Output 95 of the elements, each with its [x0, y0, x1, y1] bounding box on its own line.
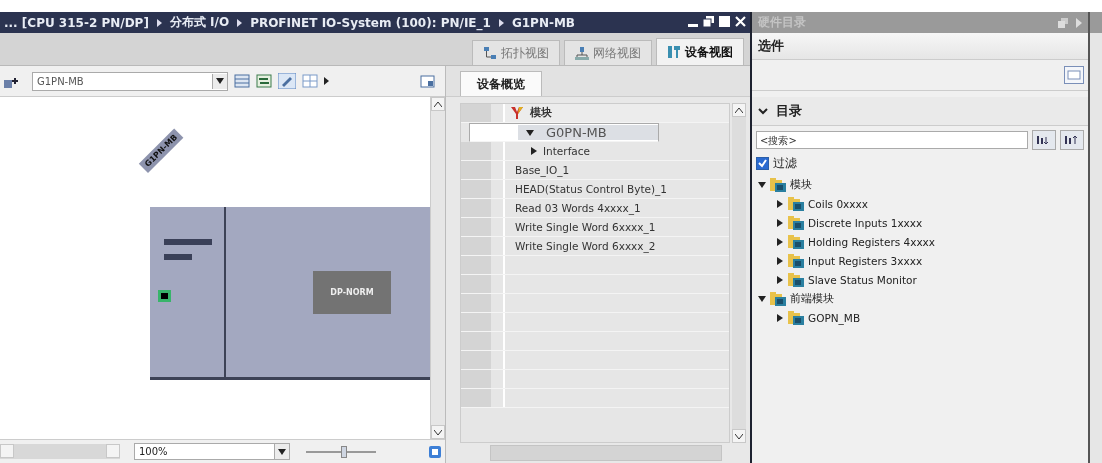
- breadcrumb-arrow-icon: [237, 18, 243, 27]
- overview-tab[interactable]: 设备概览: [460, 71, 542, 96]
- view-tab[interactable]: 网络视图: [564, 40, 652, 65]
- row-header-cell[interactable]: [461, 142, 491, 160]
- breadcrumb-item[interactable]: G1PN-MB: [511, 15, 575, 30]
- search-field[interactable]: <搜索>: [756, 131, 1028, 149]
- scroll-down-button[interactable]: [431, 425, 445, 439]
- view-tab[interactable]: 设备视图: [656, 38, 744, 65]
- breadcrumb-item[interactable]: 分布式 I/O: [169, 14, 230, 31]
- search-down-icon[interactable]: [1032, 130, 1056, 150]
- row-header-cell[interactable]: [461, 370, 491, 388]
- breadcrumb-item[interactable]: PROFINET IO-System (100): PN/IE_1: [250, 15, 491, 30]
- folder-icon: [788, 272, 804, 287]
- row-header-cell[interactable]: [461, 332, 491, 350]
- view-tab[interactable]: 拓扑视图: [472, 40, 560, 65]
- row-header-cell[interactable]: [461, 256, 491, 274]
- row-header-cell[interactable]: [461, 104, 491, 122]
- filter-label: 过滤: [773, 155, 797, 172]
- folder-icon: [770, 291, 786, 306]
- row-header-cell[interactable]: [461, 237, 491, 255]
- collapsed-arrow-icon[interactable]: [776, 237, 784, 246]
- pencil-icon[interactable]: [278, 73, 296, 89]
- horizontal-scrollbar[interactable]: [0, 444, 120, 459]
- module-row[interactable]: Read 03 Words 4xxxx_1: [505, 202, 641, 214]
- collapsed-arrow-icon[interactable]: [531, 147, 537, 155]
- view-toggle-icon[interactable]: [1064, 66, 1084, 84]
- table-icon[interactable]: [234, 74, 250, 88]
- collapsed-arrow-icon[interactable]: [776, 218, 784, 227]
- catalog-tree-item[interactable]: Coils 0xxxx: [752, 194, 1088, 213]
- breadcrumb-arrow-icon: [498, 18, 504, 27]
- zoom-dropdown[interactable]: 100%: [134, 443, 290, 460]
- slider-thumb[interactable]: [341, 445, 348, 458]
- catalog-tree-item[interactable]: GOPN_MB: [752, 308, 1088, 327]
- row-header-cell[interactable]: [461, 351, 491, 369]
- row-header-cell[interactable]: [461, 275, 491, 293]
- module-row[interactable]: Interface: [505, 145, 590, 157]
- collapsed-arrow-icon[interactable]: [776, 275, 784, 284]
- module-row[interactable]: HEAD(Status Control Byte)_1: [505, 183, 667, 195]
- port-icon[interactable]: [158, 290, 171, 302]
- folder-icon: [788, 196, 804, 211]
- row-header-cell[interactable]: [461, 180, 491, 198]
- vertical-scrollbar[interactable]: [732, 103, 746, 443]
- expanded-arrow-icon[interactable]: [526, 129, 534, 136]
- view-icon: [667, 45, 681, 59]
- status-bar-mark: [164, 254, 192, 260]
- expanded-chevron-icon[interactable]: [758, 107, 768, 115]
- device-dropdown[interactable]: G1PN-MB: [32, 71, 228, 91]
- device-rack[interactable]: DP-NORM: [150, 207, 430, 380]
- breadcrumb-arrow-icon: [156, 18, 162, 27]
- scroll-up-button[interactable]: [431, 97, 445, 111]
- panel-icon[interactable]: [420, 74, 435, 88]
- more-arrow-icon[interactable]: [324, 77, 329, 85]
- folder-icon: [788, 234, 804, 249]
- overview-toggle-icon[interactable]: [429, 445, 441, 458]
- collapsed-arrow-icon[interactable]: [776, 199, 784, 208]
- folder-icon: [788, 310, 804, 325]
- expanded-arrow-icon[interactable]: [758, 295, 766, 302]
- status-bar-mark: [164, 239, 212, 245]
- horizontal-scrollbar[interactable]: [490, 445, 722, 461]
- catalog-tree-item[interactable]: Discrete Inputs 1xxxx: [752, 213, 1088, 232]
- filter-checkbox[interactable]: [756, 157, 769, 170]
- view-icon: [575, 46, 589, 60]
- row-header-cell[interactable]: [461, 161, 491, 179]
- column-header[interactable]: 模块: [530, 106, 552, 120]
- module-row[interactable]: Write Single Word 6xxxx_2: [505, 240, 656, 252]
- row-header-cell[interactable]: [461, 389, 491, 407]
- catalog-tree-item[interactable]: 前端模块: [752, 289, 1088, 308]
- expanded-arrow-icon[interactable]: [758, 181, 766, 188]
- vertical-scrollbar[interactable]: [430, 97, 445, 439]
- restore-icon[interactable]: [703, 15, 714, 30]
- catalog-tree-item[interactable]: 模块: [752, 175, 1088, 194]
- row-header-cell[interactable]: [461, 294, 491, 312]
- module-label[interactable]: DP-NORM: [313, 271, 391, 314]
- scroll-up-button[interactable]: [732, 103, 746, 117]
- module-row[interactable]: Write Single Word 6xxxx_1: [505, 221, 656, 233]
- search-up-icon[interactable]: [1060, 130, 1084, 150]
- scroll-down-button[interactable]: [732, 429, 746, 443]
- row-header-cell[interactable]: [461, 199, 491, 217]
- collapsed-arrow-icon[interactable]: [776, 256, 784, 265]
- catalog-section-title[interactable]: 目录: [776, 102, 802, 120]
- catalog-tree-item[interactable]: Input Registers 3xxxx: [752, 251, 1088, 270]
- module-icon: [511, 107, 524, 119]
- collapsed-arrow-icon[interactable]: [776, 313, 784, 322]
- module-row[interactable]: Base_IO_1: [505, 164, 570, 176]
- folder-icon: [770, 177, 786, 192]
- folder-icon: [788, 253, 804, 268]
- folder-icon: [788, 215, 804, 230]
- catalog-tree-item[interactable]: Holding Registers 4xxxx: [752, 232, 1088, 251]
- row-header-cell[interactable]: [461, 218, 491, 236]
- row-header-cell[interactable]: [461, 313, 491, 331]
- catalog-tree-item[interactable]: Slave Status Monitor: [752, 270, 1088, 289]
- options-header: 选件: [758, 37, 784, 55]
- view-icon: [483, 46, 497, 60]
- breadcrumb-item[interactable]: ... [CPU 315-2 PN/DP]: [4, 15, 149, 30]
- maximize-icon[interactable]: [719, 15, 730, 30]
